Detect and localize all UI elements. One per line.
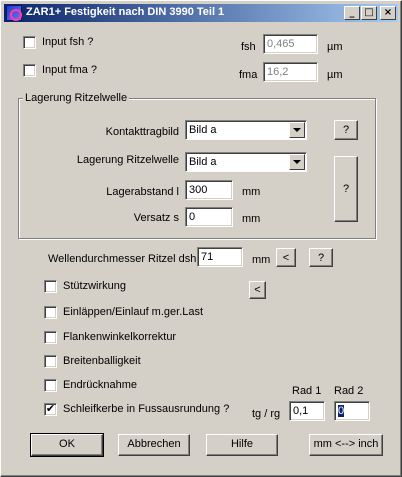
close-button[interactable]: × — [380, 6, 396, 20]
stuetzwirkung-back-button[interactable]: < — [249, 281, 266, 299]
kontakttragbild-label: Kontakttragbild — [105, 126, 179, 138]
breitenballigkeit-checkbox[interactable] — [44, 355, 57, 368]
chevron-down-icon[interactable] — [289, 154, 305, 170]
versatz-label: Versatz s — [133, 212, 179, 224]
fma-label: fma — [239, 69, 258, 81]
lagerabstand-unit: mm — [242, 186, 261, 198]
fma-unit: µm — [327, 69, 343, 81]
title-bar[interactable]: ZAR1+ Festigkeit nach DIN 3990 Teil 1 _ … — [4, 4, 398, 22]
fma-field[interactable]: 16,2 — [263, 62, 318, 82]
abbrechen-button[interactable]: Abbrechen — [118, 434, 190, 456]
kontakttragbild-select[interactable]: Bild a — [185, 120, 307, 140]
endruecknahme-checkbox[interactable] — [44, 379, 57, 392]
endruecknahme-label: Endrücknahme — [63, 379, 137, 391]
input-fma-checkbox[interactable] — [23, 64, 36, 77]
lagerung-ritzelwelle-label: Lagerung Ritzelwelle — [76, 154, 179, 166]
stuetzwirkung-checkbox[interactable] — [44, 280, 57, 293]
fsh-field[interactable]: 0,465 — [263, 34, 318, 54]
input-fma-label: Input fma ? — [42, 64, 98, 76]
maximize-button[interactable]: □ — [361, 6, 377, 20]
einlaeppen-label: Einläppen/Einlauf m.ger.Last — [63, 306, 204, 318]
lagerung-ritzelwelle-select[interactable]: Bild a — [185, 152, 307, 172]
minimize-button[interactable]: _ — [344, 6, 360, 20]
input-fsh-checkbox[interactable] — [23, 36, 36, 49]
rad2-header: Rad 2 — [334, 385, 364, 397]
kontakttragbild-value: Bild a — [189, 124, 217, 136]
ok-button[interactable]: OK — [30, 433, 104, 457]
rad2-tg-rg-field[interactable]: 0 — [334, 401, 370, 421]
wellendurchmesser-back-button[interactable]: < — [276, 248, 296, 267]
versatz-field[interactable]: 0 — [185, 207, 233, 227]
flankenwinkelkorrektur-label: Flankenwinkelkorrektur — [63, 331, 177, 343]
chevron-down-icon[interactable] — [289, 122, 305, 138]
wellendurchmesser-label: Wellendurchmesser Ritzel dsh — [48, 253, 197, 265]
rad1-header: Rad 1 — [292, 385, 322, 397]
lagerung-help-button[interactable]: ? — [334, 156, 358, 222]
wellendurchmesser-unit: mm — [252, 254, 271, 266]
lagerung-ritzelwelle-value: Bild a — [189, 156, 217, 168]
fsh-label: fsh — [241, 41, 256, 53]
hilfe-button[interactable]: Hilfe — [206, 434, 278, 456]
input-fsh-label: Input fsh ? — [42, 36, 94, 48]
wellendurchmesser-field[interactable]: 71 — [197, 247, 243, 267]
rad2-tg-rg-value: 0 — [338, 405, 345, 417]
app-icon[interactable] — [6, 5, 22, 21]
kontakttragbild-help-button[interactable]: ? — [334, 120, 358, 140]
stuetzwirkung-label: Stützwirkung — [63, 280, 126, 292]
schleifkerbe-label: Schleifkerbe in Fussausrundung ? — [63, 403, 230, 415]
fsh-unit: µm — [327, 41, 343, 53]
einlaeppen-checkbox[interactable] — [44, 306, 57, 319]
versatz-unit: mm — [242, 213, 261, 225]
tg-rg-label: tg / rg — [252, 408, 281, 420]
lagerabstand-field[interactable]: 300 — [185, 180, 233, 200]
window-title: ZAR1+ Festigkeit nach DIN 3990 Teil 1 — [26, 6, 225, 18]
checkmark-icon: ✔ — [45, 402, 56, 415]
lagerabstand-label: Lagerabstand l — [106, 186, 179, 198]
schleifkerbe-checkbox[interactable]: ✔ — [44, 402, 57, 416]
lagerung-group-title: Lagerung Ritzelwelle — [23, 91, 130, 105]
mm-inch-button[interactable]: mm <--> inch — [309, 434, 383, 456]
dialog-window: ZAR1+ Festigkeit nach DIN 3990 Teil 1 _ … — [0, 0, 402, 477]
wellendurchmesser-help-button[interactable]: ? — [309, 248, 333, 267]
breitenballigkeit-label: Breitenballigkeit — [63, 355, 141, 367]
flankenwinkelkorrektur-checkbox[interactable] — [44, 331, 57, 344]
rad1-tg-rg-field[interactable]: 0,1 — [289, 401, 325, 421]
